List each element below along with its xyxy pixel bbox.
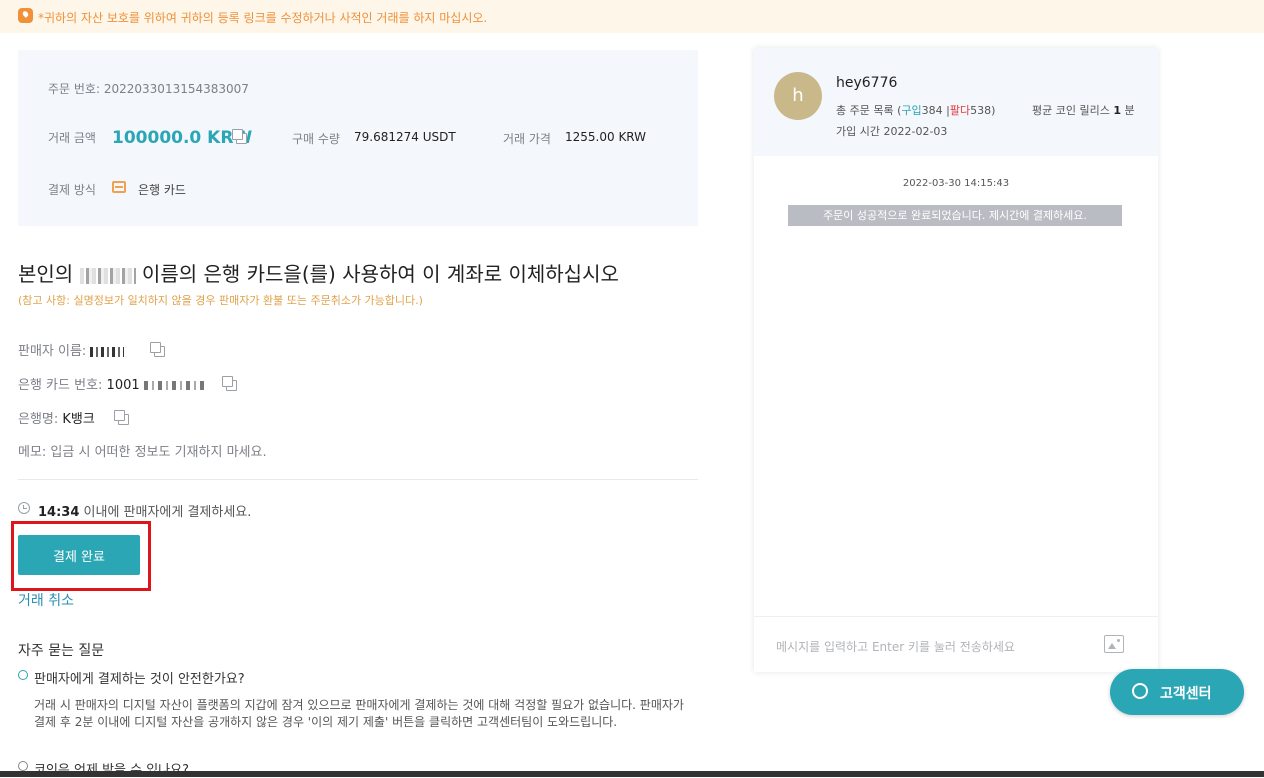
chevron-right-icon[interactable] — [18, 761, 28, 771]
bank-card-prefix: 1001 — [106, 378, 140, 393]
customer-support-button[interactable]: 고객센터 — [1110, 669, 1244, 715]
chat-message-input[interactable] — [774, 636, 1068, 658]
stats-close: ) — [991, 104, 996, 117]
shield-warning-icon — [18, 8, 33, 23]
payment-method-label: 결제 방식 — [48, 183, 96, 197]
release-time: 평균 코인 릴리스 1 분 — [1032, 102, 1135, 118]
counterparty-username: hey6776 — [836, 75, 898, 91]
timer-text: 이내에 판매자에게 결제하세요. — [79, 505, 252, 520]
faq-answer-1: 거래 시 판매자의 디지털 자산이 플랫폼의 지갑에 잠겨 있으므로 판매자에게… — [34, 698, 684, 729]
sell-label: 팔다 — [949, 104, 971, 117]
bottom-bar — [0, 771, 1264, 777]
copy-bank-icon[interactable] — [114, 410, 129, 425]
price-value: 1255.00 KRW — [565, 130, 647, 144]
amount-label: 거래 금액 — [48, 131, 96, 145]
buy-count: 384 — [921, 104, 943, 117]
seller-name-row: 판매자 이름: — [18, 340, 125, 359]
copy-seller-icon[interactable] — [150, 342, 165, 357]
faq-question-1[interactable]: 판매자에게 결제하는 것이 안전한가요? — [34, 668, 245, 687]
redacted-seller-name — [90, 346, 125, 357]
chevron-down-icon[interactable] — [18, 670, 28, 680]
headline-prefix: 본인의 — [18, 262, 74, 286]
sell-count: 538 — [970, 104, 992, 117]
release-value: 1 — [1113, 104, 1121, 117]
warning-text: *귀하의 자산 보호를 위하여 귀하의 등록 링크를 수정하거나 사적인 거래를… — [38, 11, 488, 25]
bank-name-label: 은행명: — [18, 412, 59, 427]
order-stats: 총 주문 목록 (구입384 |팔다538) — [836, 102, 995, 118]
avatar: h — [774, 72, 822, 120]
orders-label: 총 주문 목록 ( — [836, 104, 902, 117]
chat-divider — [754, 616, 1158, 617]
payment-method-value: 은행 카드 — [138, 183, 186, 197]
system-message: 주문이 성공적으로 완료되었습니다. 제시간에 결제하세요. — [788, 205, 1122, 226]
order-number: 주문 번호: 2022033013154383007 — [48, 80, 249, 97]
realname-note: (참고 사항: 실명정보가 일치하지 않을 경우 판매자가 환불 또는 주문취소… — [18, 294, 423, 307]
copy-amount-icon[interactable] — [232, 129, 247, 144]
order-number-label: 주문 번호: — [48, 82, 101, 96]
stats-separator: | — [942, 104, 950, 117]
payment-timer: 14:34 이내에 판매자에게 결제하세요. — [38, 501, 251, 520]
timer-time: 14:34 — [38, 505, 80, 520]
support-label: 고객센터 — [1160, 686, 1212, 702]
quantity-value: 79.681274 USDT — [354, 130, 456, 144]
joined-date: 가입 시간 2022-02-03 — [836, 123, 947, 139]
bank-card-row: 은행 카드 번호: 1001 — [18, 374, 204, 393]
bank-card-label: 은행 카드 번호: — [18, 378, 103, 393]
headline-suffix: 이름의 은행 카드을(를) 사용하여 이 계좌로 이체하십시오 — [141, 262, 619, 286]
transfer-instruction: 본인의 이름의 은행 카드을(를) 사용하여 이 계좌로 이체하십시오 — [18, 258, 619, 287]
clock-icon — [18, 502, 30, 514]
seller-name-label: 판매자 이름: — [18, 344, 87, 359]
bank-name-value: K뱅크 — [62, 412, 95, 427]
joined-label: 가입 시간 — [836, 125, 880, 138]
bank-name-row: 은행명: K뱅크 — [18, 408, 95, 427]
image-upload-icon[interactable] — [1104, 635, 1124, 653]
order-number-value: 2022033013154383007 — [103, 82, 249, 96]
quantity-label: 구매 수량 — [292, 132, 340, 146]
chat-bubble-icon — [1132, 683, 1148, 699]
message-timestamp: 2022-03-30 14:15:43 — [902, 178, 1010, 189]
cancel-trade-link[interactable]: 거래 취소 — [18, 590, 74, 610]
price-label: 거래 가격 — [503, 132, 551, 146]
payment-complete-button[interactable]: 결제 완료 — [18, 535, 140, 575]
redacted-name — [79, 267, 136, 284]
buy-label: 구입 — [901, 104, 922, 117]
faq-title: 자주 묻는 질문 — [18, 643, 105, 659]
release-unit: 분 — [1124, 104, 1135, 117]
memo-text: 메모: 입금 시 어떠한 정보도 기재하지 마세요. — [18, 445, 267, 460]
bank-card-icon — [112, 181, 126, 193]
joined-value: 2022-02-03 — [883, 125, 948, 138]
copy-card-icon[interactable] — [222, 376, 237, 391]
redacted-card-number — [143, 381, 204, 390]
divider — [18, 479, 698, 480]
release-label: 평균 코인 릴리스 — [1032, 104, 1110, 117]
